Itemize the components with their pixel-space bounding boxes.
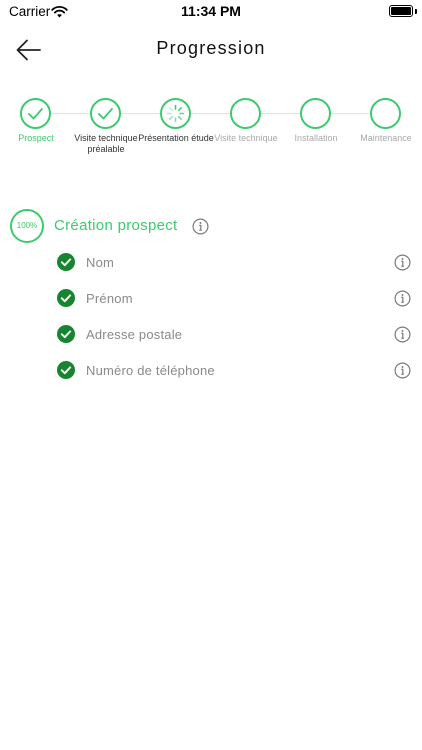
step-circle-done xyxy=(20,98,51,129)
info-icon[interactable] xyxy=(192,218,209,240)
battery-icon xyxy=(389,5,413,17)
list-item: Numéro de téléphone xyxy=(0,360,422,396)
progress-ring: 100% xyxy=(10,209,44,243)
status-time: 11:34 PM xyxy=(181,3,241,19)
loading-spinner-icon xyxy=(166,104,185,123)
list-item: Prénom xyxy=(0,288,422,324)
check-icon xyxy=(57,325,75,343)
step-label: Présentation étude xyxy=(138,133,214,143)
nav-bar: Progression xyxy=(0,30,422,70)
page-title: Progression xyxy=(156,38,266,58)
field-label: Prénom xyxy=(86,291,133,306)
step-circle-pending xyxy=(300,98,331,129)
battery-cap xyxy=(415,9,417,14)
step-circle-in-progress xyxy=(160,98,191,129)
info-icon[interactable] xyxy=(394,326,411,348)
step-circle-done xyxy=(90,98,121,129)
step-label: Visite technique xyxy=(214,133,278,143)
step-label: Maintenance xyxy=(360,133,412,143)
check-icon xyxy=(57,361,75,379)
field-label: Numéro de téléphone xyxy=(86,363,215,378)
list-item: Nom xyxy=(0,252,422,288)
info-icon[interactable] xyxy=(394,290,411,312)
check-icon xyxy=(57,289,75,307)
step-label: Prospect xyxy=(18,133,54,143)
check-icon xyxy=(57,253,75,271)
step-label: Visite technique préalable xyxy=(74,133,138,154)
check-icon xyxy=(28,108,43,120)
field-label: Adresse postale xyxy=(86,327,183,342)
section-header: 100% Création prospect xyxy=(10,209,410,243)
info-icon[interactable] xyxy=(394,254,411,276)
step-circle-pending xyxy=(230,98,261,129)
step-label: Installation xyxy=(294,133,338,143)
field-label: Nom xyxy=(86,255,115,270)
list-item: Adresse postale xyxy=(0,324,422,360)
field-checklist: Nom Prénom Adresse postale Numéro de tél… xyxy=(0,252,422,396)
step-circle-pending xyxy=(370,98,401,129)
status-bar: Carrier 11:34 PM xyxy=(0,0,422,24)
info-icon[interactable] xyxy=(394,362,411,384)
stepper-connector xyxy=(36,113,386,114)
section-title: Création prospect xyxy=(54,217,178,234)
progress-stepper: Prospect Visite technique préalable Prés… xyxy=(0,96,422,166)
check-icon xyxy=(98,108,113,120)
